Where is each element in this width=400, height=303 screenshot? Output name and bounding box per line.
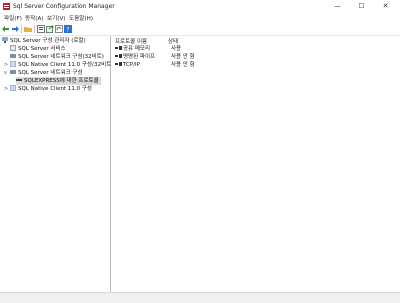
menu-file[interactable]: 파일(F) (4, 14, 22, 22)
window-title: Sql Server Configuration Manager (13, 3, 115, 10)
protocol-state: 사용 안 함 (171, 54, 195, 60)
menu-view[interactable]: 보기(V) (47, 14, 65, 22)
tree-item-label: SQL Native Client 11.0 구성 (18, 86, 92, 92)
expand-chevron-icon[interactable]: > (4, 61, 8, 69)
tree-item-native-client[interactable]: SQL Native Client 11.0 구성 (10, 84, 92, 93)
back-arrow-icon[interactable] (2, 25, 10, 33)
expand-chevron-icon[interactable]: > (4, 85, 8, 93)
protocol-name: 공유 메모리 (123, 46, 151, 52)
tree-item-label: SQLEXPRESS에 대한 프로토콜 (24, 78, 99, 84)
collapse-chevron-icon[interactable]: v (4, 69, 7, 77)
svg-text:?: ? (66, 27, 69, 34)
protocol-icon (115, 61, 122, 66)
services-icon (10, 44, 16, 51)
tree-item-label: SQL Native Client 11.0 구성(32비트) (18, 62, 114, 68)
sql-config-manager-icon (3, 3, 10, 10)
title-bar: Sql Server Configuration Manager — ☐ ✕ (0, 0, 400, 13)
menu-bar: 파일(F) 동작(A) 보기(V) 도움말(H) (0, 13, 400, 23)
export-icon[interactable] (46, 25, 54, 33)
tree-item-label: SQL Server 구성 관리자 (로컬) (10, 38, 86, 44)
tree-item-sqlexpress-protocols[interactable]: SQLEXPRESS에 대한 프로토콜 (16, 77, 101, 85)
network-icon (10, 53, 16, 58)
toolbar: ? (0, 23, 400, 36)
toolbar-separator (21, 25, 22, 33)
client-icon (10, 60, 16, 67)
properties-icon[interactable] (37, 25, 45, 33)
menu-help[interactable]: 도움말(H) (69, 14, 93, 22)
protocol-list-pane: 프로토콜 이름 상태 공유 메모리 사용 명명된 파이프 사용 안 함 TCP/… (112, 36, 400, 292)
column-header-state[interactable]: 상태 (168, 37, 178, 45)
folder-icon[interactable] (24, 25, 32, 33)
tree-item-label: SQL Server 네트워크 구성 (18, 70, 83, 76)
menu-action[interactable]: 동작(A) (25, 14, 43, 22)
protocol-name: 명명된 파이프 (123, 54, 156, 60)
protocol-state: 사용 (171, 46, 182, 52)
status-bar (0, 292, 400, 303)
protocol-name: TCP/IP (123, 62, 140, 68)
tree-item-label: SQL Server 서비스 (18, 46, 66, 52)
server-computer-icon (2, 36, 8, 43)
tree-item-label: SQL Server 네트워크 구성(32비트) (18, 54, 104, 60)
protocol-icon (115, 45, 122, 50)
protocol-icon (115, 53, 122, 58)
protocol-row[interactable]: TCP/IP 사용 안 함 (115, 61, 195, 69)
protocol-icon (16, 78, 22, 81)
tree-item-sql-server-services[interactable]: SQL Server 서비스 (10, 44, 66, 53)
refresh-icon[interactable] (55, 25, 63, 33)
network-icon (10, 69, 16, 74)
protocol-state: 사용 안 함 (171, 62, 195, 68)
close-button[interactable]: ✕ (377, 0, 394, 13)
toolbar-separator (34, 25, 35, 33)
maximize-button[interactable]: ☐ (353, 0, 370, 13)
help-icon[interactable]: ? (64, 25, 72, 33)
tree-pane: SQL Server 구성 관리자 (로컬) SQL Server 서비스 SQ… (0, 36, 114, 292)
client-icon (10, 84, 16, 91)
forward-arrow-icon[interactable] (11, 25, 19, 33)
tree-item-native-client-32[interactable]: SQL Native Client 11.0 구성(32비트) (10, 60, 114, 69)
minimize-button[interactable]: — (329, 0, 346, 13)
tree-item-network-config-32[interactable]: SQL Server 네트워크 구성(32비트) (10, 53, 104, 61)
